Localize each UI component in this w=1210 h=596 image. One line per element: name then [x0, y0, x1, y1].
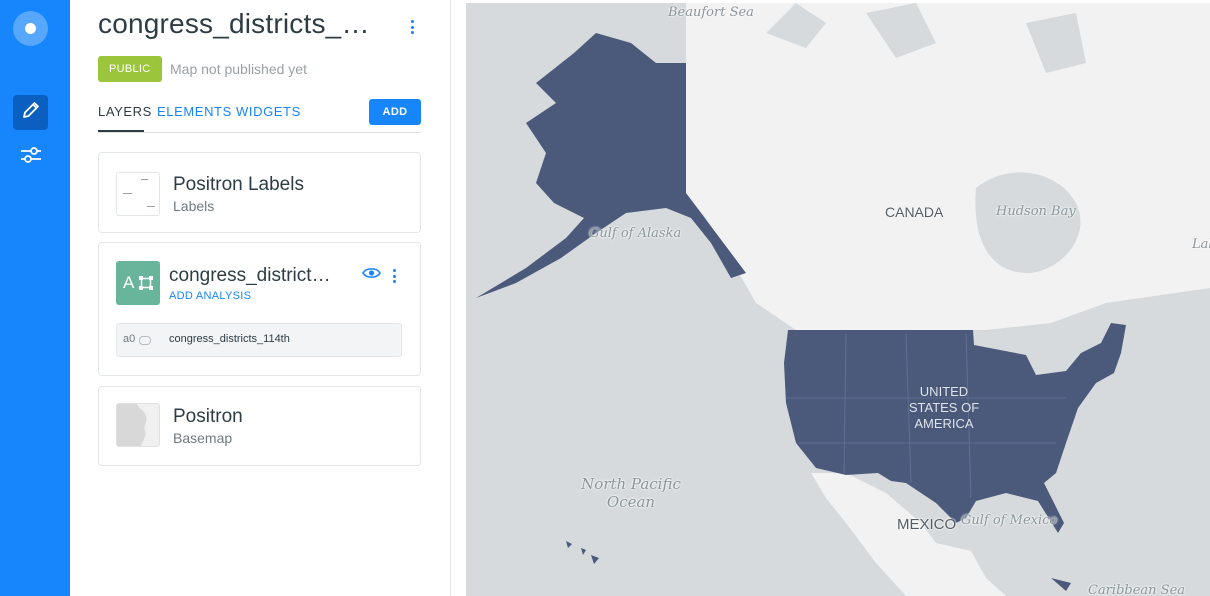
layers-panel: congress_districts_1… PUBLIC Map not pub… [70, 0, 451, 596]
settings-button[interactable] [13, 140, 48, 175]
map-label-usa-line-1: UNITED [919, 384, 969, 399]
layer-thumbnail: A [116, 261, 160, 305]
map-label-hudson-bay: Hudson Bay [996, 204, 1076, 219]
add-analysis-link[interactable]: ADD ANALYSIS [169, 290, 251, 302]
map-label-pacific-line-2: Ocean [606, 493, 656, 511]
sliders-icon [20, 146, 42, 169]
map-label-labrador: Lab [1192, 237, 1210, 252]
app-rail [0, 0, 70, 596]
edit-pencil-button[interactable] [13, 95, 48, 130]
layer-subtitle: Labels [173, 198, 215, 214]
layer-card-data[interactable]: A congress_districts_… ADD ANALYSIS a0 c… [98, 242, 421, 376]
map-label-usa-line-3: AMERICA [914, 416, 974, 431]
polygon-geometry-icon [139, 276, 153, 290]
add-layer-button[interactable]: ADD [369, 99, 421, 125]
publish-status: Map not published yet [170, 61, 307, 77]
logo-icon[interactable] [13, 11, 48, 46]
eye-icon[interactable] [362, 266, 381, 285]
layer-letter: A [123, 273, 135, 292]
source-ring-icon [139, 336, 151, 345]
map-label-canada: CANADA [885, 204, 944, 220]
analysis-source-row[interactable]: a0 congress_districts_114th [116, 323, 402, 357]
map-label-mexico: MEXICO [897, 516, 957, 533]
tabs-divider [98, 132, 421, 133]
layer-title: Positron Labels [173, 174, 304, 195]
pencil-icon [21, 100, 41, 125]
source-id: a0 [123, 333, 136, 345]
layer-card-basemap[interactable]: Positron Basemap [98, 386, 421, 466]
tab-widgets[interactable]: WIDGETS [236, 104, 301, 119]
map-label-usa-line-2: STATES OF [908, 400, 980, 415]
map-label-north-pacific-ocean: North Pacific Ocean [571, 475, 691, 511]
map-canvas[interactable]: Beaufort Sea Gulf of Alaska CANADA Hudso… [466, 3, 1210, 596]
layer-title[interactable]: congress_districts_… [169, 265, 339, 287]
layer-subtitle: Basemap [173, 430, 233, 446]
tab-layers[interactable]: LAYERS [98, 104, 152, 119]
layer-title: Positron [173, 406, 243, 427]
kebab-menu-icon[interactable] [405, 18, 419, 36]
labels-thumbnail [116, 172, 160, 216]
privacy-badge[interactable]: PUBLIC [98, 56, 162, 82]
source-name: congress_districts_114th [169, 333, 290, 345]
map-label-usa: UNITED STATES OF AMERICA [902, 384, 986, 432]
map-title[interactable]: congress_districts_1… [98, 8, 378, 40]
map-label-caribbean-sea: Caribbean Sea [1088, 583, 1186, 596]
map-label-beaufort-sea: Beaufort Sea [668, 5, 754, 20]
layer-kebab-menu-icon[interactable] [387, 267, 401, 285]
tab-elements[interactable]: ELEMENTS [157, 104, 232, 119]
basemap-thumbnail [116, 403, 160, 447]
active-tab-indicator [98, 130, 144, 132]
map-label-gulf-of-alaska: Gulf of Alaska [589, 226, 682, 241]
map-label-pacific-line-1: North Pacific [581, 475, 681, 493]
layer-card-labels[interactable]: Positron Labels Labels [98, 152, 421, 233]
map-label-gulf-of-mexico: Gulf of Mexico [961, 513, 1058, 528]
